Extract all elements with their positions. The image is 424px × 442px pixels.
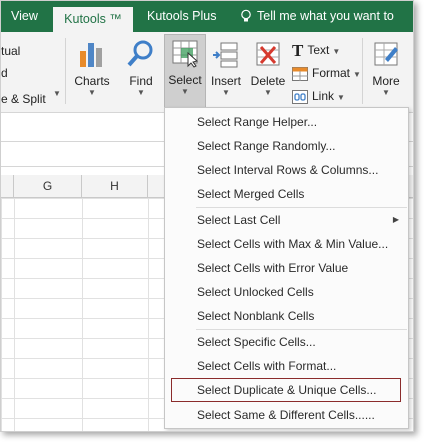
menu-item-select-specific-cells[interactable]: Select Specific Cells... <box>166 331 407 353</box>
tab-view[interactable]: View <box>11 1 38 32</box>
column-header-h[interactable]: H <box>82 175 148 197</box>
link-button[interactable]: Link ▼ <box>292 86 345 106</box>
text-label: Text <box>307 43 330 57</box>
chevron-down-icon: ▼ <box>181 87 189 96</box>
more-button[interactable]: More ▼ <box>366 36 406 98</box>
link-label: Link <box>312 89 335 103</box>
find-button[interactable]: Find ▼ <box>121 36 161 98</box>
charts-label: Charts <box>74 74 110 88</box>
menu-item-select-duplicate-unique-cells[interactable]: Select Duplicate & Unique Cells... <box>171 378 401 402</box>
format-label: Format <box>312 66 351 80</box>
column-header-g[interactable]: G <box>14 175 82 197</box>
select-icon <box>172 40 199 68</box>
menu-item-select-range-randomly[interactable]: Select Range Randomly... <box>166 135 407 157</box>
ribbon-body: tual d e & Split ▼ Charts ▼ Find ▼ Selec… <box>1 32 413 113</box>
excel-window: View Kutools ™ Kutools Plus Tell me what… <box>0 0 414 432</box>
charts-button[interactable]: Charts ▼ <box>71 36 113 98</box>
chevron-down-icon: ▼ <box>53 89 61 98</box>
chevron-down-icon: ▼ <box>264 88 272 97</box>
select-dropdown-menu: Select Range Helper... Select Range Rand… <box>164 107 409 429</box>
select-label: Select <box>168 73 202 87</box>
ribbon-fragment-2: d <box>1 66 8 80</box>
chevron-down-icon: ▼ <box>337 93 345 102</box>
delete-button[interactable]: Delete ▼ <box>248 36 288 98</box>
chevron-down-icon: ▼ <box>222 88 230 97</box>
text-icon: T <box>292 40 304 60</box>
tab-kutools[interactable]: Kutools ™ <box>53 7 133 32</box>
insert-icon <box>213 42 238 68</box>
select-button[interactable]: Select ▼ <box>164 34 206 108</box>
menu-item-select-range-helper[interactable]: Select Range Helper... <box>166 111 407 133</box>
text-button[interactable]: T Text ▼ <box>292 40 340 60</box>
chevron-down-icon: ▼ <box>382 88 390 97</box>
tell-me-search[interactable]: Tell me what you want to do... <box>257 1 413 53</box>
lightbulb-icon <box>241 9 251 22</box>
insert-button[interactable]: Insert ▼ <box>207 36 245 98</box>
menu-item-select-error-value[interactable]: Select Cells with Error Value <box>166 257 407 279</box>
ribbon-tab-bar: View Kutools ™ Kutools Plus Tell me what… <box>1 1 413 53</box>
tab-kutools-plus[interactable]: Kutools Plus <box>147 1 216 32</box>
chevron-down-icon: ▼ <box>353 70 361 79</box>
ribbon-fragment-3[interactable]: e & Split <box>1 92 46 106</box>
find-label: Find <box>129 74 153 88</box>
menu-item-label: Select Last Cell <box>197 213 281 227</box>
ribbon-fragment-1: tual <box>1 44 21 58</box>
delete-label: Delete <box>250 74 286 88</box>
more-label: More <box>372 74 400 88</box>
submenu-arrow-icon: ▶ <box>392 215 399 224</box>
menu-item-select-nonblank-cells[interactable]: Select Nonblank Cells <box>166 305 407 327</box>
menu-item-select-max-min[interactable]: Select Cells with Max & Min Value... <box>166 233 407 255</box>
link-icon <box>292 89 308 104</box>
chevron-down-icon: ▼ <box>88 88 96 97</box>
format-icon <box>292 66 308 81</box>
find-icon <box>127 40 153 67</box>
charts-icon <box>80 43 102 67</box>
more-icon <box>374 42 398 66</box>
menu-item-select-last-cell[interactable]: Select Last Cell ▶ <box>166 209 407 231</box>
insert-label: Insert <box>210 74 241 88</box>
format-button[interactable]: Format ▼ <box>292 63 361 83</box>
menu-item-select-cells-with-format[interactable]: Select Cells with Format... <box>166 355 407 377</box>
menu-item-select-unlocked-cells[interactable]: Select Unlocked Cells <box>166 281 407 303</box>
menu-item-select-merged-cells[interactable]: Select Merged Cells <box>166 183 407 205</box>
chevron-down-icon: ▼ <box>137 88 145 97</box>
chevron-down-icon: ▼ <box>332 47 341 56</box>
menu-item-select-same-different-cells[interactable]: Select Same & Different Cells...... <box>166 404 407 426</box>
delete-icon <box>256 42 280 66</box>
menu-item-select-interval-rows-columns[interactable]: Select Interval Rows & Columns... <box>166 159 407 181</box>
